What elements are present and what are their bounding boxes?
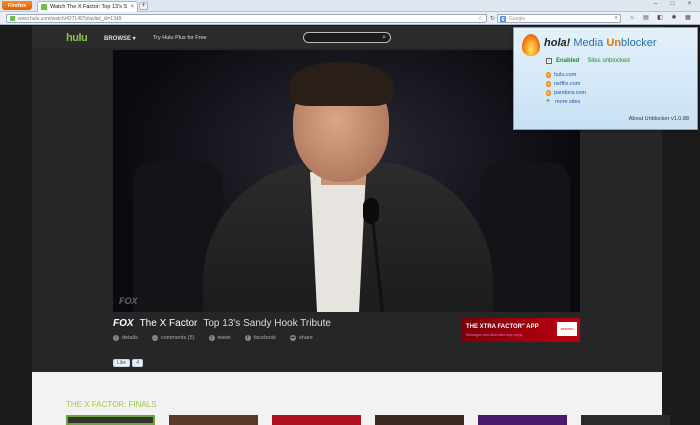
hulu-favicon-icon xyxy=(41,4,47,10)
minimize-icon[interactable]: – xyxy=(651,1,660,10)
more-sites-item[interactable]: + more sites xyxy=(546,98,586,105)
playlist-thumb[interactable] xyxy=(581,415,670,425)
playlist-thumb[interactable] xyxy=(66,415,155,425)
about-unblocker-link[interactable]: About Unblocker v1.0.88 xyxy=(629,116,689,122)
ad-subtext: Messages and data rates may apply. xyxy=(466,333,523,337)
video-info: FOX The X Factor Top 13's Sandy Hook Tri… xyxy=(113,318,331,330)
verizon-logo: verizon xyxy=(557,322,577,336)
microphone xyxy=(363,198,379,224)
tab-title: Watch The X Factor: Top 13's Sandy Hoo..… xyxy=(50,4,128,10)
playlist-thumb[interactable] xyxy=(169,415,258,425)
tab-hulu[interactable]: Watch The X Factor: Top 13's Sandy Hoo..… xyxy=(37,1,138,12)
person-hair xyxy=(289,62,393,106)
hola-title: hola! Media Unblocker xyxy=(544,37,657,49)
site-item[interactable]: pandora.com xyxy=(546,90,586,96)
search-bar[interactable]: g Google ⌕ xyxy=(497,14,621,23)
fb-like-count: 4 xyxy=(132,359,143,367)
chair-right xyxy=(480,162,570,312)
hola-enabled-row: ✓ Enabled Sites unblocked xyxy=(546,58,630,64)
plus-icon: + xyxy=(546,98,551,105)
url-bar[interactable]: www.hulu.com/watch/427140?playlist_id=13… xyxy=(6,14,487,23)
toolbar-icons: ⌂ ▤ ◧ ✺ ▦ xyxy=(627,14,693,23)
playlist-thumb[interactable] xyxy=(272,415,361,425)
fox-logo: FOX xyxy=(113,318,134,329)
url-text[interactable]: www.hulu.com/watch/427140?playlist_id=13… xyxy=(18,16,475,22)
twitter-icon: t xyxy=(208,335,215,341)
bookmark-star-icon[interactable]: ☆ xyxy=(478,15,483,22)
site-identity-icon[interactable] xyxy=(10,16,15,21)
share-icon: ➦ xyxy=(290,335,297,341)
reload-icon[interactable]: ↻ xyxy=(490,15,495,22)
sites-unblocked-label: Sites unblocked xyxy=(587,58,630,64)
site-item[interactable]: hulu.com xyxy=(546,72,586,78)
video-player[interactable]: FOX xyxy=(113,50,580,312)
hulu-search-input[interactable]: ⌕ xyxy=(303,32,391,43)
fox-watermark: FOX xyxy=(119,296,138,306)
home-icon[interactable]: ⌂ xyxy=(627,14,637,23)
ad-title: THE XTRA FACTOR" APP xyxy=(466,324,539,330)
hola-title-un: Un xyxy=(606,37,622,49)
browser-navbar: www.hulu.com/watch/427140?playlist_id=13… xyxy=(0,12,700,25)
window-controls: – □ × xyxy=(651,1,694,10)
hola-flame-icon xyxy=(522,34,540,56)
playlist-thumb[interactable] xyxy=(478,415,567,425)
tab-close-icon[interactable]: × xyxy=(130,4,134,10)
enabled-checkbox[interactable]: ✓ xyxy=(546,58,552,64)
firefox-menu-button[interactable]: Firefox xyxy=(2,1,32,10)
tweet-button[interactable]: t tweet xyxy=(208,335,231,341)
search-icon[interactable]: ⌕ xyxy=(615,15,618,22)
new-tab-button[interactable]: + xyxy=(139,2,148,10)
hola-mini-flame-icon xyxy=(546,81,551,87)
try-hulu-plus-link[interactable]: Try Hulu Plus for Free xyxy=(153,35,207,41)
site-item[interactable]: netflix.com xyxy=(546,81,586,87)
facebook-like: Like 4 xyxy=(113,359,143,367)
playlist-thumb[interactable] xyxy=(375,415,464,425)
facebook-icon: f xyxy=(244,335,251,341)
hola-title-blocker: blocker xyxy=(621,37,657,49)
enabled-label[interactable]: Enabled xyxy=(556,58,579,64)
menu-icon[interactable]: ▦ xyxy=(683,14,693,23)
comments-icon: … xyxy=(151,335,158,341)
maximize-icon[interactable]: □ xyxy=(668,1,677,10)
hola-unblocker-popup: hola! Media Unblocker ✓ Enabled Sites un… xyxy=(513,27,698,130)
xtra-factor-ad[interactable]: THE XTRA FACTOR" APP Messages and data r… xyxy=(462,318,580,342)
show-title[interactable]: The X Factor xyxy=(140,318,198,329)
share-button[interactable]: ➦ share xyxy=(290,335,313,341)
close-window-icon[interactable]: × xyxy=(685,1,694,10)
hola-title-media: Media xyxy=(573,37,604,49)
search-icon[interactable]: ⌕ xyxy=(382,34,386,42)
facebook-button[interactable]: f facebook xyxy=(244,335,276,341)
playlist-section: THE X FACTOR: FINALS xyxy=(32,372,670,425)
hulu-logo[interactable]: hulu xyxy=(66,32,88,44)
hola-brand: hola! xyxy=(544,37,571,49)
info-icon: i xyxy=(113,335,119,341)
playlist-thumbnails xyxy=(66,415,670,425)
episode-title: Top 13's Sandy Hook Tribute xyxy=(203,318,331,329)
section-title: THE X FACTOR: FINALS xyxy=(66,400,157,409)
search-placeholder[interactable]: Google xyxy=(509,16,612,22)
comments-button[interactable]: … comments (5) xyxy=(151,335,195,341)
hola-toolbar-icon[interactable]: ✺ xyxy=(669,14,679,23)
fb-like-button[interactable]: Like xyxy=(113,359,131,367)
video-actions: i details … comments (5) t tweet f facebook … xyxy=(113,335,313,341)
addon-icon[interactable]: ◧ xyxy=(655,14,665,23)
unblocked-sites-list: hulu.com netflix.com pandora.com + more s… xyxy=(546,72,586,105)
google-icon[interactable]: g xyxy=(500,15,506,22)
hola-mini-flame-icon xyxy=(546,72,551,78)
bookmarks-icon[interactable]: ▤ xyxy=(641,14,651,23)
hola-mini-flame-icon xyxy=(546,90,551,96)
details-button[interactable]: i details xyxy=(113,335,138,341)
browse-menu[interactable]: BROWSE ▾ xyxy=(104,35,136,42)
browser-tabbar: Firefox Watch The X Factor: Top 13's San… xyxy=(0,0,700,12)
